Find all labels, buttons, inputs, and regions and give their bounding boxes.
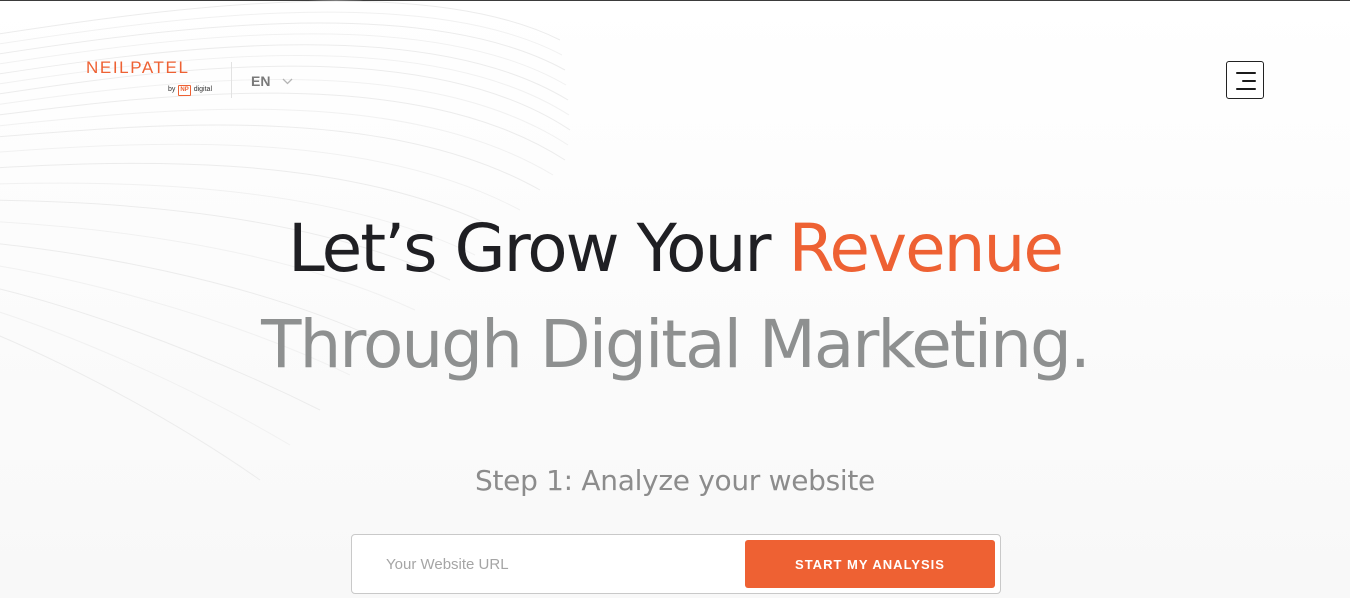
website-url-input[interactable] (372, 541, 732, 587)
hamburger-menu-icon-line (1236, 88, 1256, 90)
logo-byline: by NP digital (168, 84, 212, 96)
logo-wordmark: NEILPATEL (86, 58, 190, 77)
language-label: EN (251, 73, 271, 89)
step-subheading: Step 1: Analyze your website (475, 464, 875, 497)
hero-headline-line2: Through Digital Marketing. (261, 306, 1091, 383)
hero-headline-prefix: Let’s Grow Your (288, 210, 789, 287)
hero-headline-line1: Let’s Grow Your Revenue (0, 206, 1350, 292)
hamburger-menu-button[interactable] (1226, 61, 1264, 99)
logo-by-text: by (167, 86, 176, 93)
hamburger-menu-icon-line (1242, 80, 1256, 82)
neilpatel-logo[interactable]: NEILPATEL by NP digital (86, 58, 212, 98)
chevron-down-icon (282, 78, 293, 84)
start-analysis-button[interactable]: START MY ANALYSIS (745, 540, 995, 588)
header-divider (231, 62, 232, 98)
website-analysis-form: START MY ANALYSIS (351, 534, 1001, 594)
page: NEILPATEL by NP digital EN Let’s Grow Yo… (0, 0, 1350, 598)
hero-headline-accent: Revenue (788, 210, 1064, 287)
language-selector[interactable]: EN (251, 72, 293, 90)
np-digital-badge: NP (178, 84, 191, 96)
logo-digital-text: digital (193, 86, 212, 93)
top-border (0, 0, 1350, 1)
hamburger-menu-icon (1236, 72, 1256, 74)
